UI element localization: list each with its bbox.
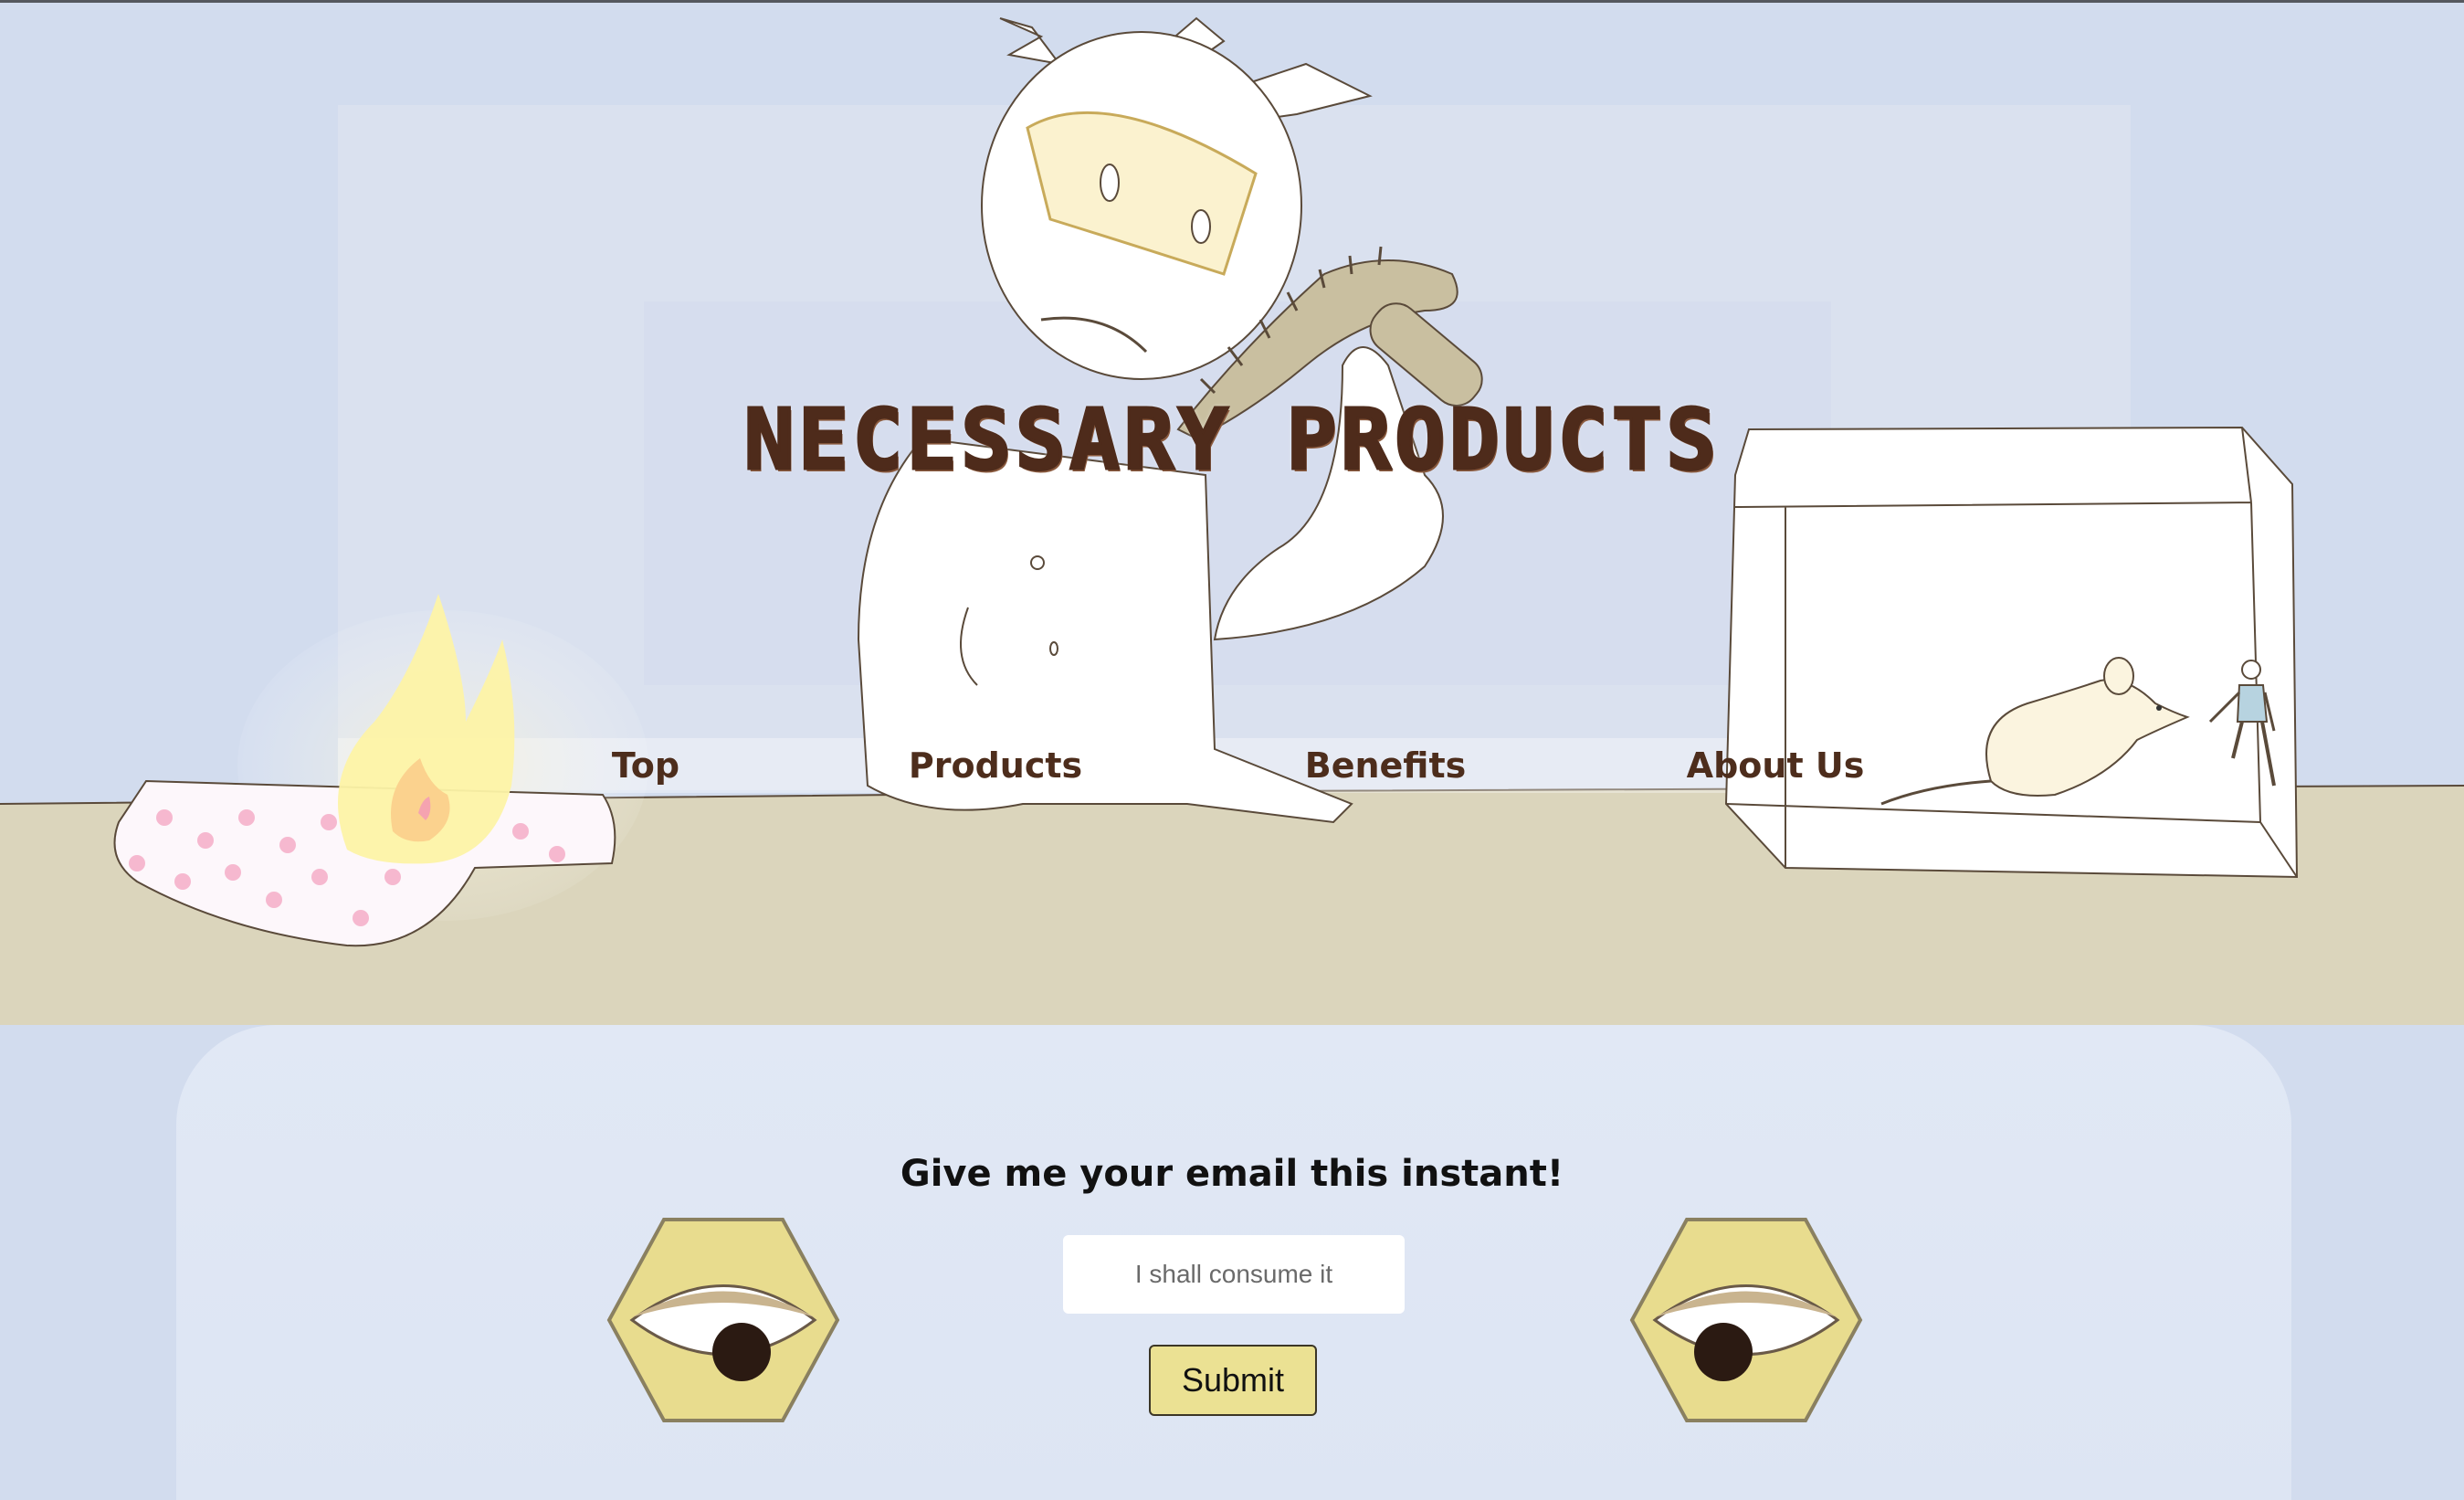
submit-button[interactable]: Submit [1149, 1345, 1317, 1416]
eye-icon [1629, 1218, 1863, 1422]
nav-link-about-us[interactable]: About Us [1687, 745, 1865, 786]
eye-icon [606, 1218, 840, 1422]
page-title: NECESSARY PRODUCTS [742, 390, 1721, 491]
nav-link-products[interactable]: Products [909, 745, 1082, 786]
signup-heading: Give me your email this instant! [900, 1153, 1564, 1195]
glass-tank-illustration [1724, 426, 2299, 879]
email-input[interactable] [1063, 1235, 1405, 1314]
nav-link-top[interactable]: Top [612, 745, 679, 786]
nav-link-benefits[interactable]: Benefits [1305, 745, 1467, 786]
